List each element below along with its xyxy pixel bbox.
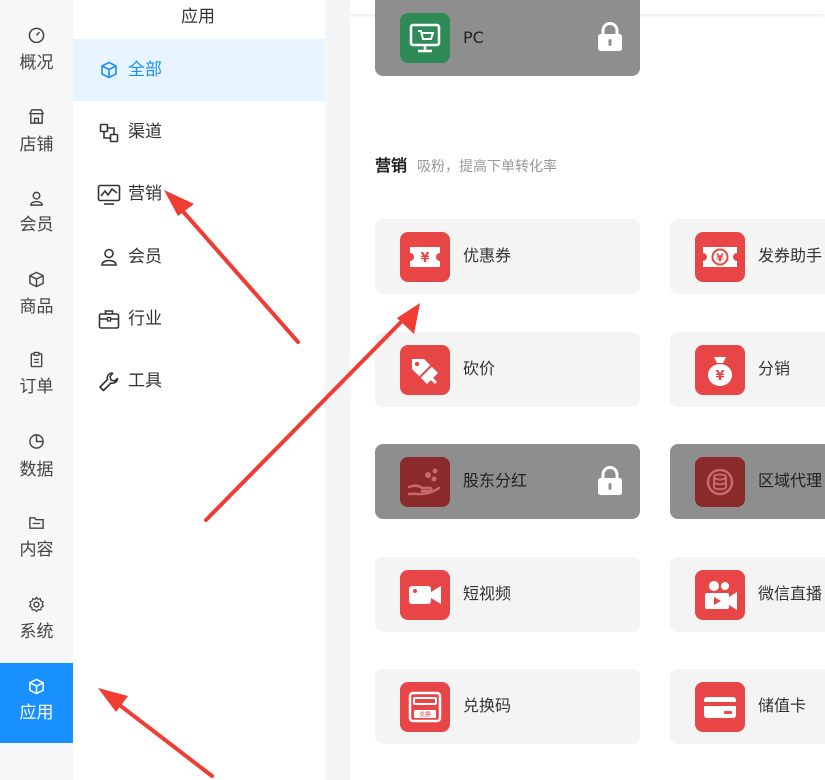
svg-text:¥: ¥ xyxy=(716,252,724,265)
nav-label: 内容 xyxy=(19,540,54,560)
bargain-tag-icon xyxy=(400,345,450,395)
store-icon xyxy=(28,109,45,124)
dividend-icon xyxy=(400,457,450,507)
nav-item-system[interactable]: 系统 xyxy=(0,570,73,650)
primary-nav: 概况 店铺 会员 商品 订单 数据 内容 系统 应用 xyxy=(0,0,73,780)
coupon-icon: ¥ xyxy=(400,232,450,282)
app-name: 砍价 xyxy=(463,359,496,378)
member-icon xyxy=(101,248,117,266)
svg-text:¥: ¥ xyxy=(420,251,429,266)
app-card-wechat-live[interactable]: 微信直播 xyxy=(670,557,825,632)
app-card-bargain[interactable]: 砍价 xyxy=(375,332,640,407)
nav-label: 概况 xyxy=(19,53,54,73)
secondary-nav: 应用 全部 渠道 营销 会员 行业 工具 xyxy=(73,0,325,780)
app-card-stored-value-card[interactable]: 储值卡 xyxy=(670,669,825,744)
app-card-region-agent[interactable]: 区域代理 xyxy=(670,444,825,519)
member-icon xyxy=(30,191,43,206)
order-clipboard-icon xyxy=(30,351,43,368)
category-all[interactable]: 全部 xyxy=(73,39,325,101)
nav-item-member[interactable]: 会员 xyxy=(0,166,73,246)
app-name: 优惠券 xyxy=(463,246,512,265)
app-card-coupon-helper[interactable]: ¥ 发券助手 xyxy=(670,219,825,294)
redeem-code-icon: 兑换 xyxy=(400,682,450,732)
app-name: 分销 xyxy=(758,359,791,378)
coupon-helper-icon: ¥ xyxy=(695,232,745,282)
wrench-icon xyxy=(99,372,119,392)
lock-icon xyxy=(598,466,622,495)
app-name: PC xyxy=(463,28,484,47)
app-list-panel: PC 营销 吸粉，提高下单转化率 ¥ 优惠券 ¥ 发券助手 砍价 ¥ 分销 股东… xyxy=(350,0,825,780)
live-camera-icon xyxy=(695,570,745,620)
app-card-redeem-code[interactable]: 兑换 兑换码 xyxy=(375,669,640,744)
category-channel[interactable]: 渠道 xyxy=(73,101,325,163)
region-agent-icon xyxy=(695,457,745,507)
category-label: 会员 xyxy=(128,247,162,267)
category-label: 行业 xyxy=(128,309,162,329)
video-camera-icon xyxy=(400,570,450,620)
nav-item-overview[interactable]: 概况 xyxy=(0,0,73,86)
dashboard-icon xyxy=(28,27,45,43)
section-header-marketing: 营销 吸粉，提高下单转化率 xyxy=(375,152,557,176)
cube-icon xyxy=(101,61,117,79)
app-card-coupon[interactable]: ¥ 优惠券 xyxy=(375,219,640,294)
app-name: 储值卡 xyxy=(758,696,807,715)
app-card-dividend[interactable]: 股东分红 xyxy=(375,444,640,519)
stored-value-card-icon xyxy=(695,682,745,732)
app-card-pc[interactable]: PC xyxy=(375,0,640,76)
product-box-icon xyxy=(29,271,44,288)
app-name: 微信直播 xyxy=(758,584,823,603)
lock-icon xyxy=(598,22,622,51)
nav-label: 商品 xyxy=(19,297,54,317)
section-title: 营销 xyxy=(375,156,408,175)
app-name: 区域代理 xyxy=(758,471,823,490)
nav-item-data[interactable]: 数据 xyxy=(0,408,73,488)
category-label: 工具 xyxy=(128,371,162,391)
trend-chart-icon xyxy=(97,184,121,205)
app-name: 兑换码 xyxy=(463,696,512,715)
nav-item-store[interactable]: 店铺 xyxy=(0,86,73,166)
category-member[interactable]: 会员 xyxy=(73,226,325,288)
app-name: 发券助手 xyxy=(758,246,823,265)
section-description: 吸粉，提高下单转化率 xyxy=(417,159,558,175)
nav-label: 会员 xyxy=(19,215,54,235)
money-bag-icon: ¥ xyxy=(695,345,745,395)
gear-icon xyxy=(28,596,45,613)
channel-icon xyxy=(99,123,119,143)
svg-text:兑换: 兑换 xyxy=(419,711,431,719)
nav-label: 数据 xyxy=(19,460,54,480)
folder-icon xyxy=(29,517,44,529)
nav-item-apps[interactable]: 应用 xyxy=(0,663,73,743)
pie-chart-icon xyxy=(29,434,44,449)
pc-cart-icon xyxy=(400,13,450,63)
category-label: 渠道 xyxy=(128,122,162,142)
nav-item-order[interactable]: 订单 xyxy=(0,327,73,407)
app-card-short-video[interactable]: 短视频 xyxy=(375,557,640,632)
nav-label: 订单 xyxy=(19,377,54,397)
cube-icon xyxy=(29,678,44,695)
category-tools[interactable]: 工具 xyxy=(73,350,325,412)
category-label: 全部 xyxy=(128,60,162,80)
app-name: 股东分红 xyxy=(463,471,528,490)
secondary-nav-title: 应用 xyxy=(181,7,215,27)
nav-label: 系统 xyxy=(19,622,54,642)
nav-label: 应用 xyxy=(19,703,54,723)
app-card-distribution[interactable]: ¥ 分销 xyxy=(670,332,825,407)
category-industry[interactable]: 行业 xyxy=(73,288,325,350)
nav-label: 店铺 xyxy=(19,135,54,155)
briefcase-icon xyxy=(98,310,120,329)
nav-item-content[interactable]: 内容 xyxy=(0,489,73,569)
app-name: 短视频 xyxy=(463,584,512,603)
category-marketing[interactable]: 营销 xyxy=(73,163,325,225)
nav-item-product[interactable]: 商品 xyxy=(0,247,73,327)
svg-text:¥: ¥ xyxy=(715,369,724,384)
category-label: 营销 xyxy=(128,184,162,204)
